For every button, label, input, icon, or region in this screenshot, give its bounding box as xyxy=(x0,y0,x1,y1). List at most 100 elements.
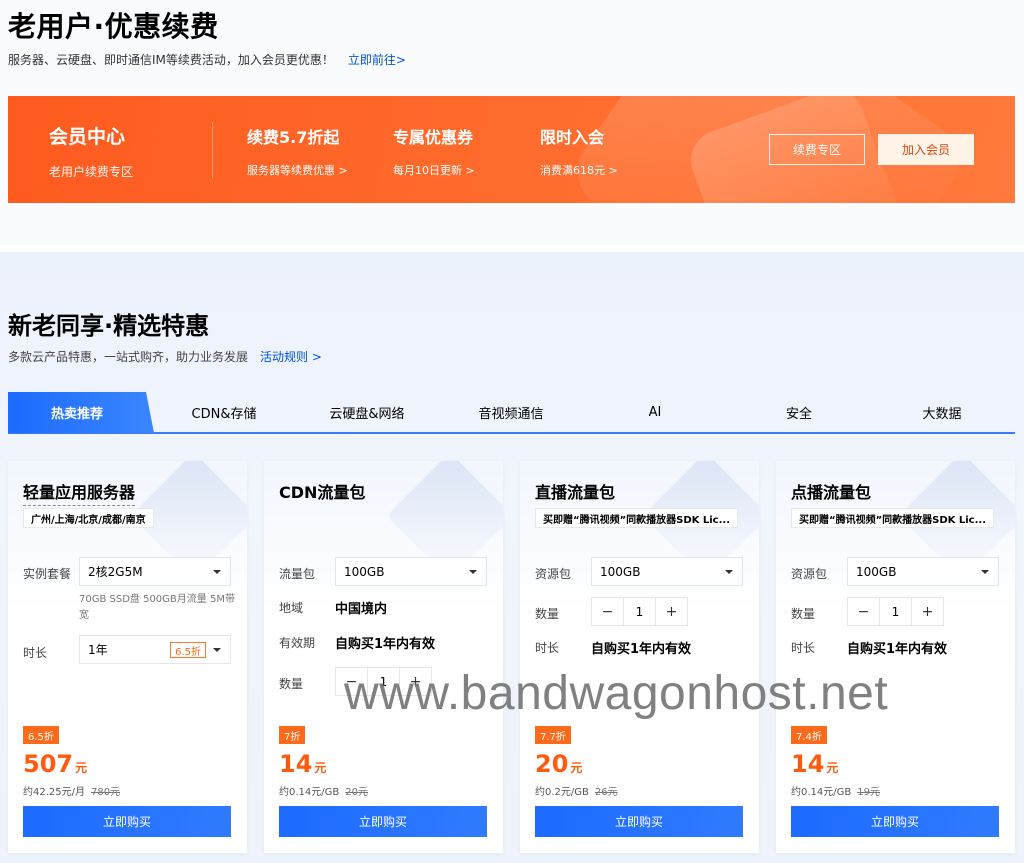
site-watermark: www.bandwagonhost.net xyxy=(344,667,889,720)
discount-tag: 7.7折 xyxy=(535,726,571,744)
tab-hot[interactable]: 热卖推荐 xyxy=(8,392,154,433)
original-price: 26元 xyxy=(594,787,618,798)
minus-button[interactable]: − xyxy=(847,597,880,626)
tab-av-communication[interactable]: 音视频通信 xyxy=(451,392,571,433)
renew-zone-button[interactable]: 续费专区 xyxy=(769,134,865,165)
price: 14 元 xyxy=(279,750,326,778)
chevron-down-icon xyxy=(981,570,989,574)
plus-button[interactable]: + xyxy=(655,597,688,626)
duration-discount-badge: 6.5折 xyxy=(170,642,206,658)
gift-tag: 买即赠“腾讯视频”同款播放器SDK Lic... xyxy=(791,508,995,528)
validity-value: 自购买1年内有效 xyxy=(335,637,436,652)
original-price: 20元 xyxy=(345,787,368,798)
region-label: 地域 xyxy=(279,601,304,615)
tab-ai[interactable]: AI xyxy=(595,392,715,433)
card-title: 点播流量包 xyxy=(791,483,872,502)
price-unit: 元 xyxy=(75,761,88,775)
plan-label: 实例套餐 xyxy=(23,567,72,581)
category-tabs: 热卖推荐 CDN&存储 云硬盘&网络 音视频通信 AI 安全 大数据 xyxy=(8,392,1015,434)
plan-select[interactable]: 2核2G5M xyxy=(79,557,231,586)
price-unit: 元 xyxy=(826,761,839,775)
quantity-value[interactable]: 1 xyxy=(879,597,912,626)
tab-big-data[interactable]: 大数据 xyxy=(882,392,1002,433)
rules-link[interactable]: 活动规则 > xyxy=(260,350,322,364)
buy-now-button[interactable]: 立即购买 xyxy=(279,806,487,837)
duration-label: 时长 xyxy=(23,646,48,660)
price-value: 507 xyxy=(23,750,74,778)
join-member-button[interactable]: 加入会员 xyxy=(878,134,974,165)
deals-subtitle-text: 多款云产品特惠，一站式购齐，助力业务发展 xyxy=(8,350,249,364)
price-detail: 约0.14元/GB 20元 xyxy=(279,783,368,798)
price: 20 元 xyxy=(535,750,582,778)
banner-item-coupon[interactable]: 专属优惠券 每月10日更新 > xyxy=(393,124,475,178)
package-label: 资源包 xyxy=(535,567,572,581)
package-select[interactable]: 100GB xyxy=(335,557,487,586)
validity-label: 有效期 xyxy=(279,636,316,650)
chevron-down-icon xyxy=(725,570,733,574)
deals-subtitle: 多款云产品特惠，一站式购齐，助力业务发展 活动规则 > xyxy=(8,348,322,365)
tab-disk-network[interactable]: 云硬盘&网络 xyxy=(307,392,427,433)
product-card-cdn: CDN流量包 流量包 100GB 地域 中国境内 有效期 自购买1年内有效 数量… xyxy=(264,461,503,853)
original-price: 780元 xyxy=(91,787,121,798)
tab-cdn-storage[interactable]: CDN&存储 xyxy=(164,392,284,433)
member-center[interactable]: 会员中心 老用户续费专区 xyxy=(49,122,133,180)
quantity-stepper: − 1 + xyxy=(591,597,691,626)
unit-price: 约0.14元/GB xyxy=(791,787,852,798)
package-select[interactable]: 100GB xyxy=(591,557,743,586)
banner-item-renew-discount[interactable]: 续费5.7折起 服务器等续费优惠 > xyxy=(247,124,348,178)
quantity-value[interactable]: 1 xyxy=(623,597,656,626)
deals-section: 新老同享·精选特惠 多款云产品特惠，一站式购齐，助力业务发展 活动规则 > 热卖推… xyxy=(0,252,1024,863)
banner-item-title: 续费5.7折起 xyxy=(247,128,340,147)
plan-value: 2核2G5M xyxy=(88,565,143,579)
quantity-label: 数量 xyxy=(791,607,816,621)
quantity-stepper: − 1 + xyxy=(847,597,947,626)
duration-select[interactable]: 1年 6.5折 xyxy=(79,635,231,664)
buy-now-button[interactable]: 立即购买 xyxy=(791,806,999,837)
plus-button[interactable]: + xyxy=(911,597,944,626)
package-value: 100GB xyxy=(856,564,897,579)
package-label: 流量包 xyxy=(279,567,316,581)
renew-subtitle-text: 服务器、云硬盘、即时通信IM等续费活动，加入会员更优惠！ xyxy=(8,53,334,67)
region-value: 中国境内 xyxy=(335,602,388,617)
duration-label: 时长 xyxy=(535,641,560,655)
price-detail: 约42.25元/月 780元 xyxy=(23,783,120,798)
renew-section: 老用户·优惠续费 服务器、云硬盘、即时通信IM等续费活动，加入会员更优惠！ 立即前… xyxy=(0,0,1024,245)
card-title[interactable]: 轻量应用服务器 xyxy=(23,479,136,506)
price-detail: 约0.2元/GB 26元 xyxy=(535,783,618,798)
go-now-link[interactable]: 立即前往> xyxy=(348,53,406,67)
product-card-live: 直播流量包 买即赠“腾讯视频”同款播放器SDK Lic... 资源包 100GB… xyxy=(520,461,759,853)
renew-subtitle: 服务器、云硬盘、即时通信IM等续费活动，加入会员更优惠！ 立即前往> xyxy=(8,51,406,68)
duration-value: 自购买1年内有效 xyxy=(591,642,692,657)
buy-now-button[interactable]: 立即购买 xyxy=(23,806,231,837)
card-header-area: 轻量应用服务器 广州/上海/北京/成都/南京 实例套餐 2核2G5M 70GB … xyxy=(8,461,247,712)
duration-value: 自购买1年内有效 xyxy=(847,642,948,657)
price-value: 20 xyxy=(535,750,569,778)
package-value: 100GB xyxy=(600,564,641,579)
card-price-area: 7.4折 14 元 约0.14元/GB 19元 立即购买 xyxy=(776,712,1015,853)
renew-title: 老用户·优惠续费 xyxy=(8,10,219,43)
tab-security[interactable]: 安全 xyxy=(739,392,859,433)
member-center-subtitle: 老用户续费专区 xyxy=(49,165,134,179)
member-banner: 会员中心 老用户续费专区 续费5.7折起 服务器等续费优惠 > 专属优惠券 每月… xyxy=(8,96,1015,203)
unit-price: 约42.25元/月 xyxy=(23,787,85,798)
discount-tag: 7.4折 xyxy=(791,726,827,744)
banner-divider xyxy=(212,122,213,178)
buy-now-button[interactable]: 立即购买 xyxy=(535,806,743,837)
price: 14 元 xyxy=(791,750,838,778)
chevron-down-icon xyxy=(469,570,477,574)
package-select[interactable]: 100GB xyxy=(847,557,999,586)
unit-price: 约0.14元/GB xyxy=(279,787,340,798)
discount-tag: 7折 xyxy=(279,726,306,744)
price: 507 元 xyxy=(23,750,87,778)
banner-item-title: 专属优惠券 xyxy=(393,128,474,147)
price-value: 14 xyxy=(279,750,313,778)
banner-item-subtitle: 每月10日更新 > xyxy=(393,164,475,177)
banner-item-join-limited[interactable]: 限时入会 消费满618元 > xyxy=(540,124,618,178)
card-price-area: 7折 14 元 约0.14元/GB 20元 立即购买 xyxy=(264,712,503,853)
product-card-lighthouse: 轻量应用服务器 广州/上海/北京/成都/南京 实例套餐 2核2G5M 70GB … xyxy=(8,461,247,853)
package-value: 100GB xyxy=(344,564,385,579)
duration-label: 时长 xyxy=(791,641,816,655)
minus-button[interactable]: − xyxy=(591,597,624,626)
price-detail: 约0.14元/GB 19元 xyxy=(791,783,880,798)
plan-spec: 70GB SSD盘 500GB月流量 5M带宽 xyxy=(79,594,235,621)
